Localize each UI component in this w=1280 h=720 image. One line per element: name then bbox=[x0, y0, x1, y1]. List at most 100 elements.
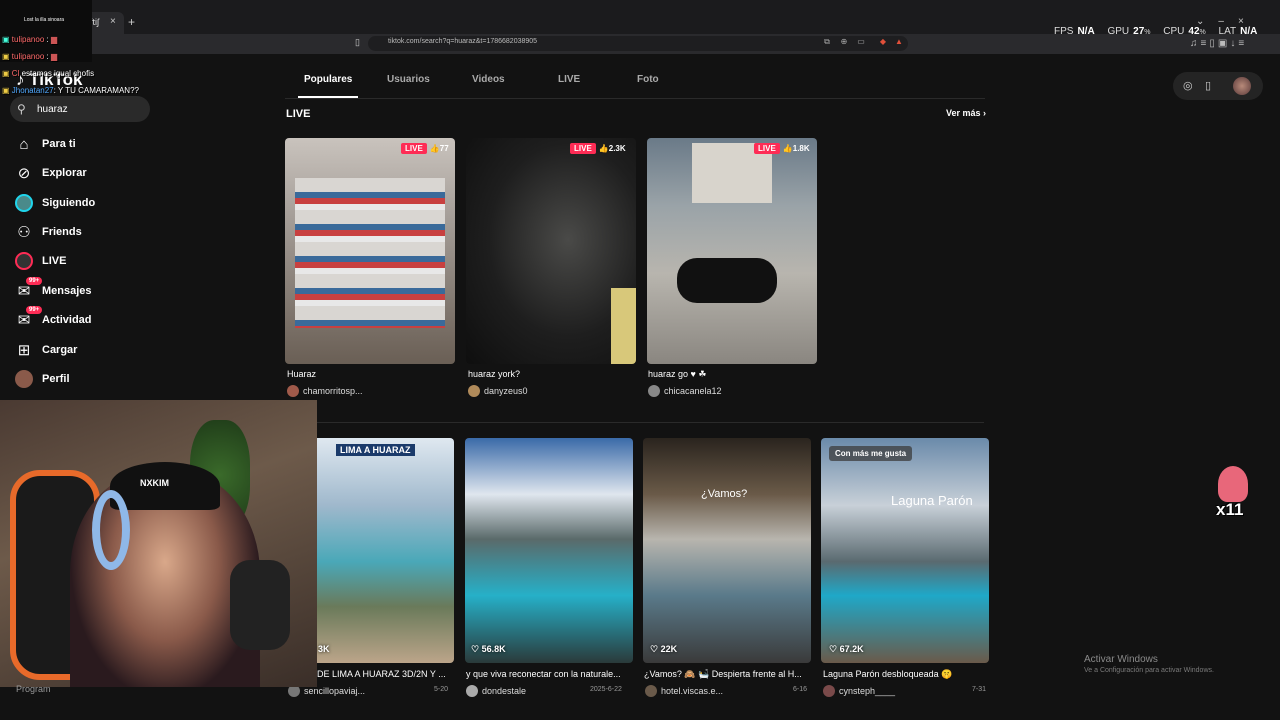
video-date: 2025-6-22 bbox=[590, 686, 622, 693]
sidebar-bottom-label[interactable]: Program bbox=[16, 684, 51, 694]
live-card-thumbnail[interactable] bbox=[285, 138, 455, 364]
chat-text: estamos igual chofis bbox=[21, 69, 95, 78]
restore-icon[interactable]: – bbox=[1218, 16, 1238, 27]
shoe-wall-image bbox=[295, 178, 445, 328]
brave-shield-icon[interactable]: ◆ bbox=[878, 37, 888, 47]
sidebar-item-perfil[interactable]: Perfil bbox=[14, 367, 70, 391]
like-count: ♡ 22K bbox=[650, 644, 678, 654]
username: cynsteph____ bbox=[839, 686, 896, 696]
upload-icon: ⊞ bbox=[17, 342, 31, 359]
sidebar-item-cargar[interactable]: ⊞ Cargar bbox=[14, 338, 78, 362]
video-author[interactable]: dondestale bbox=[466, 685, 526, 697]
video-thumbnail[interactable]: Laguna Parón bbox=[821, 438, 989, 663]
menu-icon[interactable]: ≡ bbox=[1238, 38, 1247, 49]
messages-icon: ✉ 99+ bbox=[14, 277, 43, 301]
notification-badge: 99+ bbox=[26, 277, 43, 285]
video-thumbnail[interactable]: ¿Vamos? bbox=[643, 438, 811, 663]
username: dondestale bbox=[482, 686, 527, 696]
user-avatar[interactable] bbox=[1233, 77, 1251, 95]
activity-icon: ✉ 99+ bbox=[14, 306, 43, 330]
video-date: 6-16 bbox=[793, 686, 808, 693]
video-title[interactable]: y que viva reconectar con la naturale... bbox=[466, 669, 621, 679]
username: chamorritosp... bbox=[303, 386, 363, 396]
coin-icon[interactable]: ◎ bbox=[1183, 79, 1193, 92]
rewards-icon[interactable]: ▲ bbox=[894, 37, 904, 47]
activate-windows-title: Activar Windows bbox=[1084, 654, 1158, 665]
video-author[interactable]: hotel.viscas.e... bbox=[645, 685, 723, 697]
search-value[interactable]: huaraz bbox=[37, 104, 68, 115]
window-controls[interactable]: ⌄–× bbox=[1196, 16, 1258, 27]
tab-usuarios[interactable]: Usuarios bbox=[387, 74, 430, 85]
following-avatar-icon bbox=[14, 193, 34, 213]
new-tab-button[interactable]: + bbox=[128, 15, 135, 29]
chat-message: ▣ tulipanoo : ▆ bbox=[2, 35, 57, 44]
section-divider bbox=[286, 422, 984, 423]
emote-icon: ▆ bbox=[50, 35, 58, 44]
sidebar-item-friends[interactable]: ⚇ Friends bbox=[14, 220, 81, 244]
live-label: LIVE bbox=[754, 143, 780, 154]
username: sencillopaviaj... bbox=[304, 686, 366, 696]
live-card-user[interactable]: chicacanela12 bbox=[648, 385, 722, 397]
video-title[interactable]: DE LIMA A HUARAZ 3D/2N Y ... bbox=[317, 669, 446, 679]
microphone-image bbox=[230, 560, 290, 650]
video-author[interactable]: cynsteph____ bbox=[823, 685, 895, 697]
sidebar-item-label: Cargar bbox=[42, 344, 78, 356]
user-avatar bbox=[648, 385, 660, 397]
thumbs-up-icon: 👍 bbox=[598, 144, 609, 153]
compass-icon: ⊘ bbox=[17, 165, 31, 182]
thumbs-up-icon: 👍 bbox=[782, 144, 793, 153]
url-text[interactable]: tiktok.com/search?q=huaraz&t=17866820389… bbox=[388, 38, 537, 45]
music-icon[interactable]: ♫ bbox=[1190, 38, 1201, 49]
live-card-user[interactable]: chamorritosp... bbox=[287, 385, 363, 397]
tab-live[interactable]: LIVE bbox=[558, 74, 580, 85]
live-badge: LIVE 👍 1.8K bbox=[754, 143, 810, 154]
live-icon bbox=[14, 251, 34, 271]
sidebar-item-explorar[interactable]: ⊘ Explorar bbox=[14, 161, 87, 185]
tab-videos[interactable]: Videos bbox=[472, 74, 505, 85]
close-tab-icon[interactable]: × bbox=[110, 16, 116, 27]
sidebar-item-siguiendo[interactable]: Siguiendo bbox=[14, 191, 95, 215]
chat-text: : Y TU CAMARAMAN?? bbox=[53, 86, 139, 95]
see-more-link[interactable]: Ver más › bbox=[946, 108, 986, 118]
sidebar-item-actividad[interactable]: ✉ 99+ Actividad bbox=[14, 306, 92, 332]
chat-icon: ▣ bbox=[2, 35, 10, 44]
chat-message: ▣ tulipanoo : ▆ bbox=[2, 52, 57, 61]
active-tab-indicator bbox=[298, 96, 358, 98]
device-icon[interactable]: ▯ bbox=[1205, 79, 1211, 92]
cpu-label: CPU bbox=[1163, 26, 1185, 37]
minimize-icon[interactable]: ⌄ bbox=[1196, 16, 1218, 27]
live-card-user[interactable]: danyzeus0 bbox=[468, 385, 528, 397]
extension-icons[interactable]: ♫≡▯▣↓≡ bbox=[1190, 38, 1247, 49]
live-card-title[interactable]: Huaraz bbox=[287, 369, 316, 379]
live-card-thumbnail[interactable] bbox=[647, 138, 817, 364]
live-card-title[interactable]: huaraz go ♥ ☘ bbox=[648, 369, 706, 380]
chat-user: Cl bbox=[11, 69, 20, 78]
bookmark-icon[interactable]: ▯ bbox=[355, 37, 360, 48]
zoom-icon[interactable]: ⊕ bbox=[839, 37, 849, 47]
close-icon[interactable]: × bbox=[1238, 16, 1258, 27]
video-title[interactable]: ¿Vamos? 🙈 🛀 Despierta frente al H... bbox=[644, 669, 802, 680]
chat-icon: ▣ bbox=[2, 86, 10, 95]
video-thumbnail[interactable] bbox=[465, 438, 633, 663]
live-card-title[interactable]: huaraz york? bbox=[468, 369, 520, 379]
webcam-overlay: NXKIM bbox=[0, 400, 317, 687]
tab-populares[interactable]: Populares bbox=[304, 74, 352, 85]
live-card-thumbnail[interactable] bbox=[466, 138, 636, 364]
video-title[interactable]: Laguna Parón desbloqueada 🤫 bbox=[823, 669, 952, 680]
sidebar-item-live[interactable]: LIVE bbox=[14, 249, 66, 273]
tab-foto[interactable]: Foto bbox=[637, 74, 659, 85]
cast-icon[interactable]: ▭ bbox=[856, 37, 866, 47]
live-badge: LIVE 👍 2.3K bbox=[570, 143, 626, 154]
search-input[interactable] bbox=[10, 96, 150, 122]
wallet-icon[interactable]: ▣ bbox=[1218, 38, 1230, 49]
translate-icon[interactable]: ⧉ bbox=[822, 37, 832, 47]
chevron-right-icon: › bbox=[983, 108, 987, 118]
sidebar-item-para-ti[interactable]: ⌂ Para ti bbox=[14, 132, 75, 156]
sidebar-icon[interactable]: ▯ bbox=[1209, 38, 1218, 49]
home-icon: ⌂ bbox=[19, 135, 29, 153]
video-date: 5-20 bbox=[434, 686, 449, 693]
sidebar-item-label: Actividad bbox=[42, 314, 92, 326]
sidebar-item-mensajes[interactable]: ✉ 99+ Mensajes bbox=[14, 277, 92, 303]
sidebar-item-label: Mensajes bbox=[42, 285, 92, 297]
chat-text: : bbox=[46, 35, 49, 44]
